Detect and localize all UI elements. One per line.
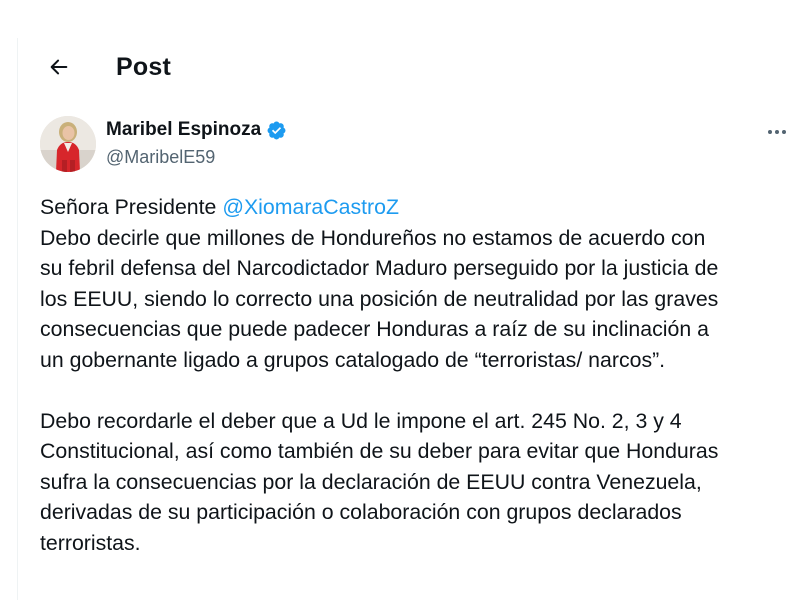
- author-handle[interactable]: @MaribelE59: [106, 147, 287, 168]
- column-divider: [17, 38, 18, 600]
- back-button[interactable]: [44, 52, 74, 82]
- name-line: Maribel Espinoza: [106, 118, 287, 142]
- post-text: Señora Presidente @XiomaraCastroZ Debo d…: [40, 192, 790, 558]
- text-line: terroristas.: [40, 530, 141, 555]
- text-line: Debo recordarle el deber que a Ud le imp…: [40, 408, 682, 433]
- text-line: consecuencias que puede padecer Honduras…: [40, 317, 709, 341]
- post-author: Maribel Espinoza @MaribelE59: [40, 116, 800, 176]
- greeting-text: Señora Presidente: [40, 195, 223, 219]
- mention-link[interactable]: @XiomaraCastroZ: [222, 195, 399, 219]
- page-header: Post: [18, 40, 800, 94]
- text-line: derivadas de su participación o colabora…: [40, 500, 682, 524]
- post-page: Post Maribel Espinoza @MaribelE59 Señora…: [0, 0, 800, 600]
- text-line: un gobernante ligado a grupos catalogado…: [40, 347, 666, 372]
- text-line: su febril defensa del Narcodictador Madu…: [40, 256, 719, 280]
- text-line: sufra la consecuencias por la declaració…: [40, 469, 702, 494]
- arrow-left-icon: [50, 59, 68, 75]
- profile-photo: [40, 116, 96, 172]
- text-line: los EEUU, siendo lo correcto una posició…: [40, 286, 719, 311]
- text-line: Debo decirle que millones de Hondureños …: [40, 225, 706, 250]
- greeting-line: Señora Presidente @XiomaraCastroZ: [40, 192, 790, 223]
- author-name[interactable]: Maribel Espinoza: [106, 119, 261, 141]
- more-options-button[interactable]: [762, 120, 792, 144]
- paragraph-1: Señora Presidente @XiomaraCastroZ Debo d…: [40, 192, 790, 375]
- more-horizontal-icon: [768, 130, 786, 134]
- paragraph-2: Debo recordarle el deber que a Ud le imp…: [40, 406, 790, 559]
- text-line: Constitucional, así como también de su d…: [40, 439, 719, 463]
- avatar[interactable]: [40, 116, 96, 172]
- verified-badge-icon[interactable]: [266, 120, 287, 141]
- page-title: Post: [116, 53, 171, 81]
- author-meta: Maribel Espinoza @MaribelE59: [106, 118, 287, 168]
